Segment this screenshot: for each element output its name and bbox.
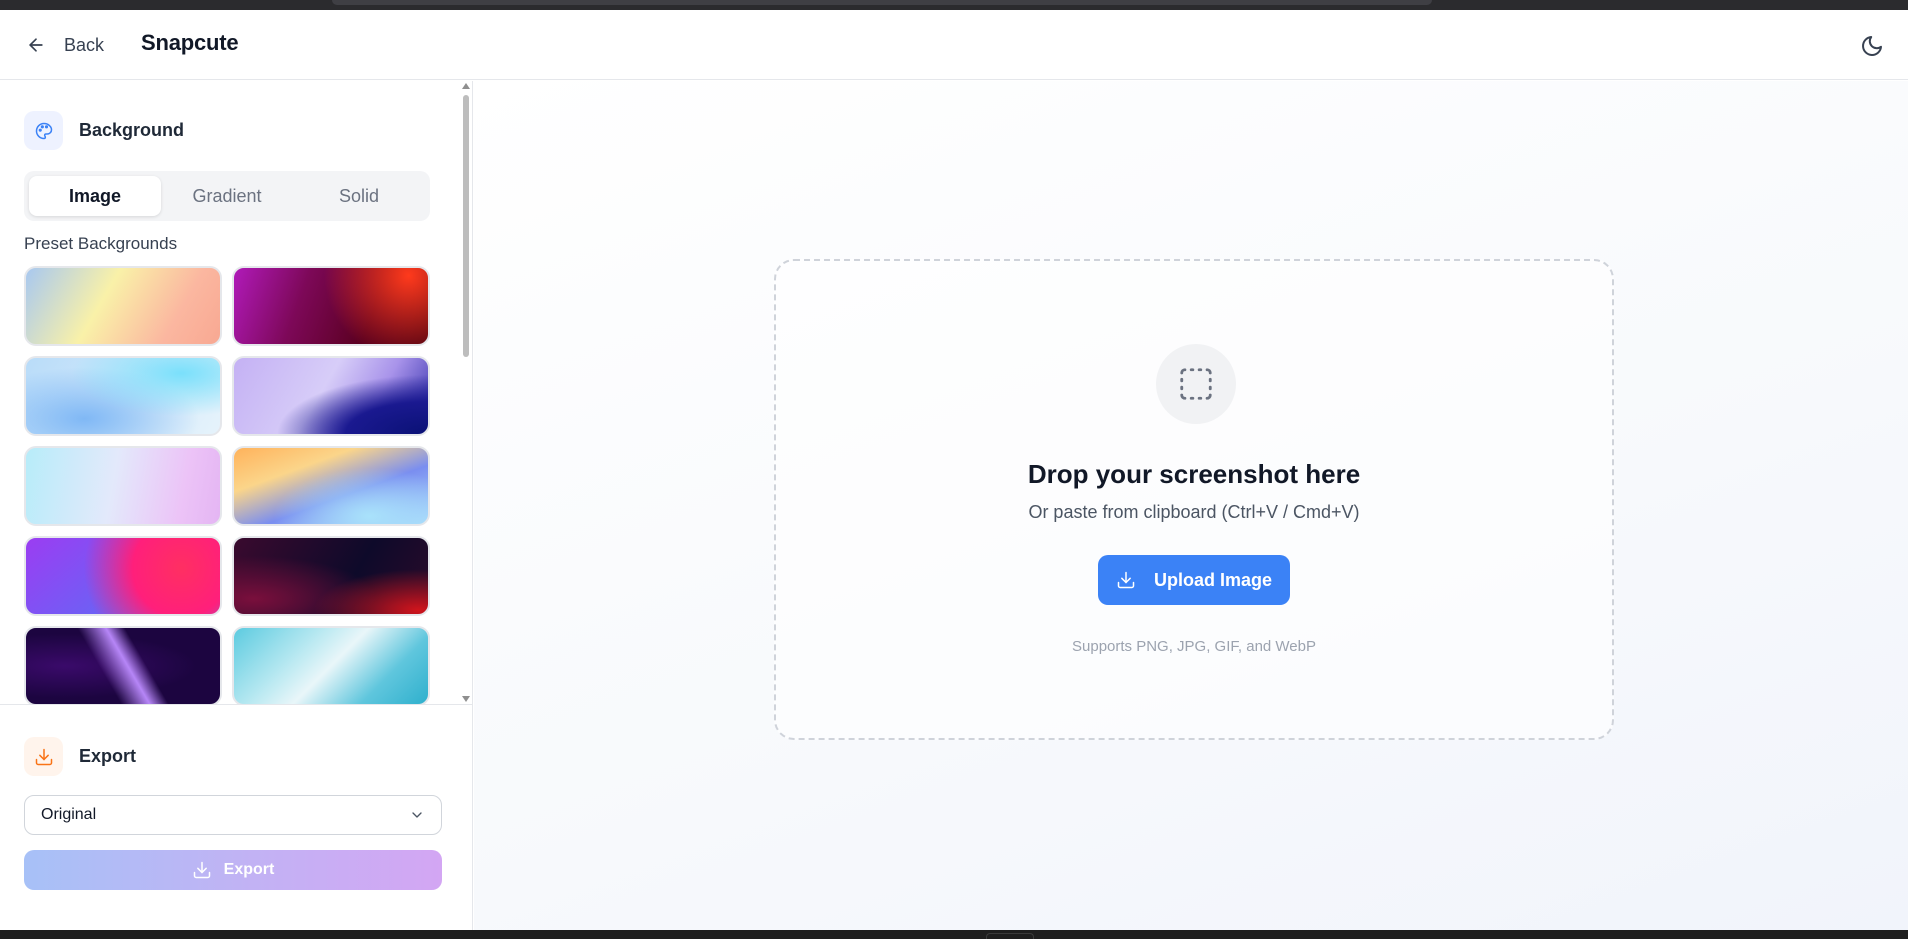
tab-solid[interactable]: Solid [293,176,425,216]
scrollbar-thumb[interactable] [463,95,469,357]
palette-icon-wrap [24,111,63,150]
upload-image-button[interactable]: Upload Image [1098,555,1290,605]
back-label: Back [64,34,105,55]
background-section-title: Background [79,120,185,140]
background-type-tabs: Image Gradient Solid [24,171,430,221]
download-icon [35,748,52,765]
export-size-select[interactable]: Original [24,795,442,835]
tab-image[interactable]: Image [29,176,161,216]
browser-top-strip [0,0,1908,10]
taskbar-strip [0,930,1908,939]
download-icon [1117,571,1135,589]
preset-grid [24,266,430,704]
app-title: Snapcute [141,30,239,55]
browser-tab [332,0,1432,5]
export-button[interactable]: Export [24,850,442,890]
preset-swatch-pastel-pink-blue[interactable] [24,446,222,526]
preset-swatch-sky-blue[interactable] [24,356,222,436]
preset-swatch-magenta-red[interactable] [232,266,430,346]
dropzone-title: Drop your screenshot here [1027,459,1361,489]
export-section: Export Original Export [0,704,473,930]
scroll-up-arrow[interactable] [462,83,470,89]
screenshot-dropzone[interactable]: Drop your screenshot here Or paste from … [774,259,1614,740]
sidebar-scrollbar[interactable] [460,81,472,704]
scroll-down-arrow[interactable] [462,696,470,702]
back-button[interactable]: Back [26,32,104,58]
background-section-header: Background [24,111,184,150]
preset-swatch-peach-gradient[interactable] [24,266,222,346]
download-icon-wrap [24,737,63,776]
editor-canvas: Drop your screenshot here Or paste from … [474,81,1908,930]
dropzone-icon-wrap [1156,344,1236,424]
download-icon [193,861,210,879]
export-section-header: Export [24,737,136,776]
upload-image-label: Upload Image [1153,569,1273,590]
supported-formats-note: Supports PNG, JPG, GIF, and WebP [1072,638,1316,655]
export-button-label: Export [223,861,275,878]
moon-icon[interactable] [1860,34,1884,58]
palette-icon [35,122,52,139]
preset-swatch-lavender-indigo[interactable] [232,356,430,436]
preset-backgrounds-label: Preset Backgrounds [24,234,178,253]
dashed-square-icon [1180,368,1212,400]
preset-swatch-dark-crimson[interactable] [232,536,430,616]
tab-gradient[interactable]: Gradient [161,176,293,216]
chevron-down-icon [412,812,422,818]
export-size-value: Original [41,806,97,823]
app-header: Back Snapcute [0,10,1908,80]
preset-swatch-orange-blue-sunset[interactable] [232,446,430,526]
preset-swatch-purple-silk[interactable] [24,626,222,704]
sidebar-scroll-area[interactable]: Background Image Gradient Solid Preset B… [0,81,473,704]
preset-swatch-aqua-silk[interactable] [232,626,430,704]
export-section-title: Export [79,746,137,766]
arrow-left-icon [29,38,43,52]
dropzone-subtitle: Or paste from clipboard (Ctrl+V / Cmd+V) [1028,502,1360,522]
preset-swatch-violet-pink[interactable] [24,536,222,616]
taskbar-handle [986,933,1034,939]
sidebar: Background Image Gradient Solid Preset B… [0,81,473,930]
